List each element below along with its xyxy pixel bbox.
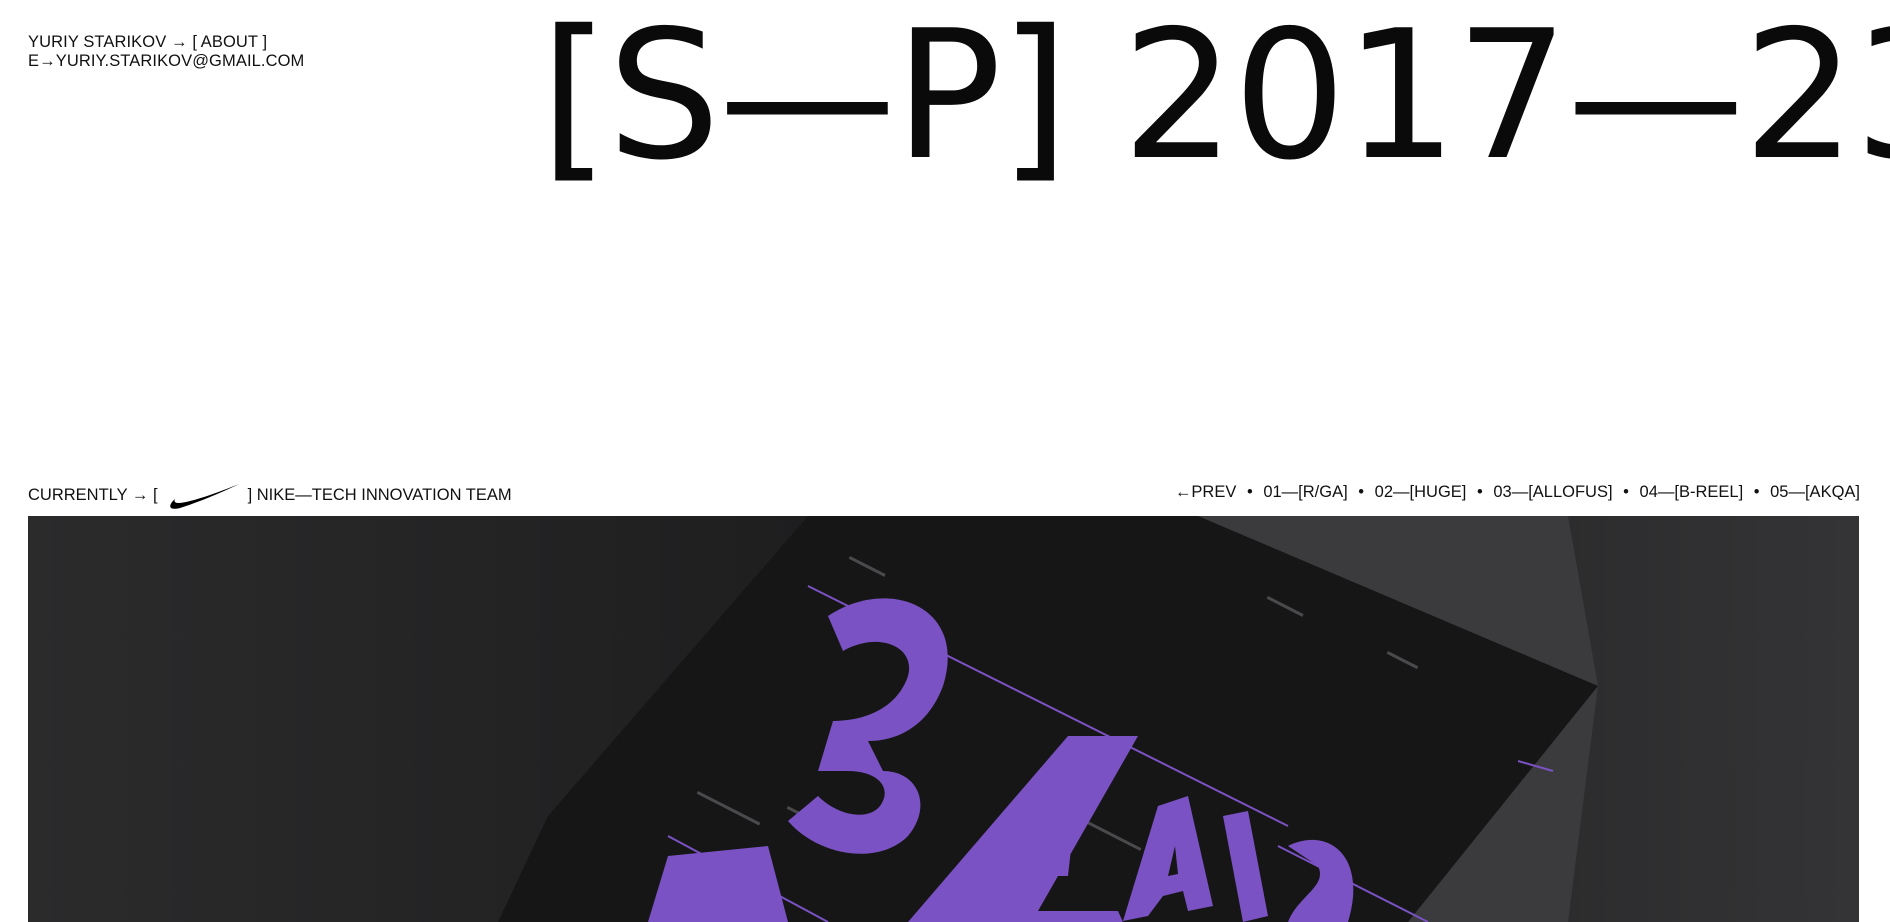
project-link-02[interactable]: 02—[HUGE] xyxy=(1375,483,1467,501)
current-prefix: CURRENTLY → [ xyxy=(28,486,158,504)
email-link[interactable]: YURIY.STARIKOV@GMAIL.COM xyxy=(56,52,305,70)
nav-separator: • xyxy=(1358,483,1365,501)
project-link-01[interactable]: 01—[R/GA] xyxy=(1263,483,1347,501)
nav-separator: • xyxy=(1246,483,1253,501)
current-position: CURRENTLY → [ ] NIKE—TECH INNOVATION TEA… xyxy=(28,481,512,509)
nike-swoosh-icon xyxy=(166,481,240,509)
identity-block: YURIY STARIKOV → [ ABOUT ] E→YURIY.STARI… xyxy=(28,33,304,71)
email-row: E→YURIY.STARIKOV@GMAIL.COM xyxy=(28,52,304,71)
project-link-05[interactable]: 05—[AKQA] xyxy=(1770,483,1860,501)
email-prefix: E→ xyxy=(28,52,56,70)
project-link-04[interactable]: 04—[B-REEL] xyxy=(1640,483,1744,501)
author-name: YURIY STARIKOV xyxy=(28,33,167,51)
arrow-right-icon: → xyxy=(171,33,188,51)
about-link[interactable]: [ ABOUT ] xyxy=(192,33,267,51)
nav-separator: • xyxy=(1753,483,1760,501)
project-showcase-image[interactable] xyxy=(28,516,1859,922)
page-title: [S—P] 2017—23 xyxy=(540,0,1890,199)
name-row: YURIY STARIKOV → [ ABOUT ] xyxy=(28,33,304,52)
nav-separator: • xyxy=(1623,483,1629,501)
project-nav: ←PREV • 01—[R/GA] • 02—[HUGE] • 03—[ALLO… xyxy=(1175,481,1860,503)
nav-separator: • xyxy=(1476,483,1483,501)
current-suffix: ] NIKE—TECH INNOVATION TEAM xyxy=(247,486,512,504)
prev-link[interactable]: ←PREV xyxy=(1175,483,1236,501)
poster-illustration xyxy=(28,516,1859,922)
project-link-03[interactable]: 03—[ALLOFUS] xyxy=(1493,483,1612,501)
numeral-five-shape xyxy=(648,846,788,922)
